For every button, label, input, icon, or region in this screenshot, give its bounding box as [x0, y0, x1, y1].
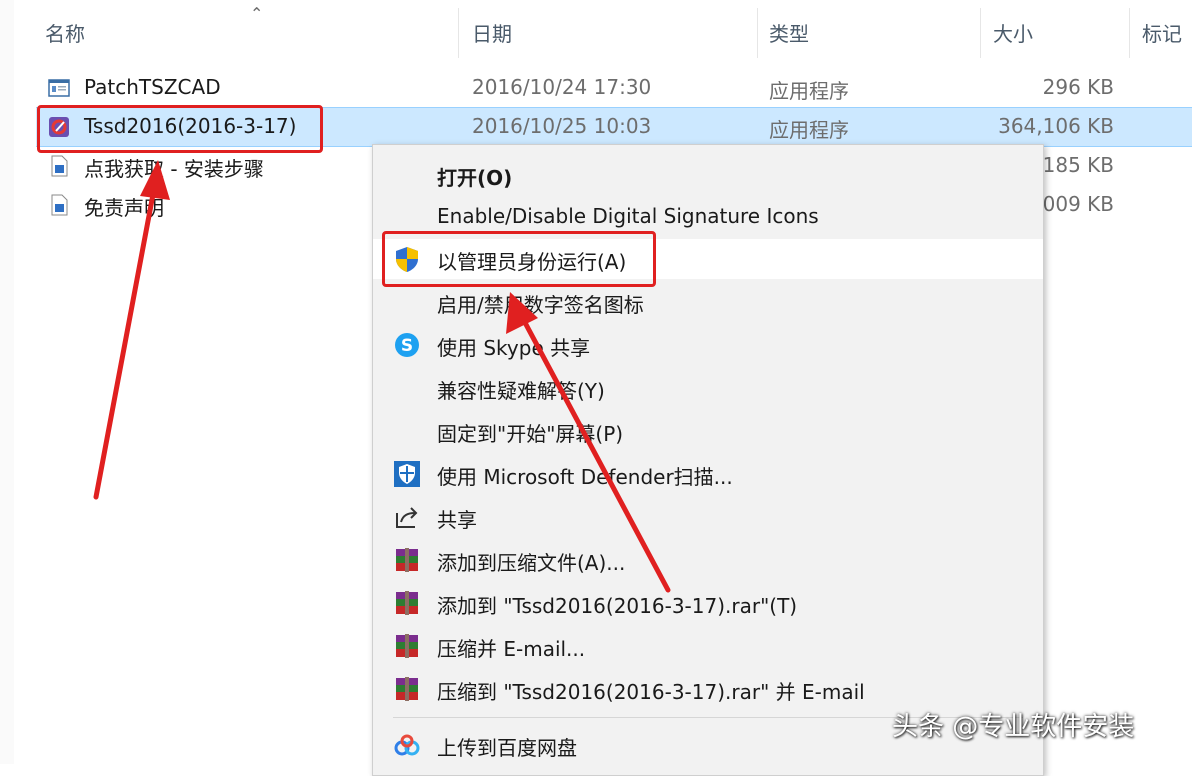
column-header-name[interactable]: 名称 — [45, 18, 85, 47]
skype-icon: S — [395, 333, 419, 357]
file-size: 185 KB — [1042, 153, 1114, 177]
sort-ascending-icon: ⌃ — [250, 4, 264, 23]
menu-item-label: Enable/Disable Digital Signature Icons — [437, 204, 819, 228]
menu-item-pin-to-start[interactable]: 固定到"开始"屏幕(P) — [373, 411, 1043, 451]
image-file-icon — [51, 155, 68, 177]
column-divider[interactable] — [757, 8, 758, 58]
watermark: 头条 @专业软件安装 — [892, 712, 1135, 742]
winrar-icon — [396, 591, 418, 615]
image-file-icon — [51, 194, 68, 216]
menu-item-label: 共享 — [437, 508, 477, 532]
defender-icon — [394, 461, 420, 487]
menu-item-share-skype[interactable]: S 使用 Skype 共享 — [373, 325, 1043, 365]
menu-item-share[interactable]: 共享 — [373, 497, 1043, 537]
file-name: 免责声明 — [84, 196, 164, 220]
winrar-icon — [396, 634, 418, 658]
file-name: PatchTSZCAD — [84, 75, 221, 99]
annotation-highlight-menu-item — [382, 231, 656, 287]
menu-item-compress-to-rar-and-email[interactable]: 压缩到 "Tssd2016(2016-3-17).rar" 并 E-mail — [373, 669, 1043, 709]
menu-item-label: 使用 Microsoft Defender扫描... — [437, 465, 733, 489]
file-type: 应用程序 — [769, 118, 849, 142]
file-row[interactable]: PatchTSZCAD 2016/10/24 17:30 应用程序 296 KB — [36, 69, 1192, 107]
svg-text:S: S — [401, 336, 413, 356]
column-header-tags[interactable]: 标记 — [1142, 18, 1182, 47]
menu-item-compress-and-email[interactable]: 压缩并 E-mail... — [373, 626, 1043, 666]
column-divider[interactable] — [458, 8, 459, 58]
file-name: 点我获取 - 安装步骤 — [84, 157, 264, 181]
baidu-netdisk-icon — [394, 734, 420, 756]
annotation-highlight-file — [37, 105, 323, 153]
navigation-pane-edge — [0, 0, 14, 764]
share-icon — [396, 507, 418, 528]
column-divider[interactable] — [1129, 8, 1130, 58]
menu-item-label: 上传到百度网盘 — [437, 736, 577, 760]
menu-item-compat-troubleshoot[interactable]: 兼容性疑难解答(Y) — [373, 368, 1043, 408]
menu-item-label: 兼容性疑难解答(Y) — [437, 379, 605, 403]
menu-item-label: 使用 Skype 共享 — [437, 336, 591, 360]
file-size: 009 KB — [1042, 192, 1114, 216]
menu-item-open[interactable]: 打开(O) — [373, 155, 1043, 195]
menu-item-add-to-archive[interactable]: 添加到压缩文件(A)... — [373, 540, 1043, 580]
column-header-size[interactable]: 大小 — [993, 18, 1033, 47]
column-header-row: ⌃ 名称 日期 类型 大小 标记 — [14, 0, 1192, 62]
menu-item-label: 添加到压缩文件(A)... — [437, 551, 626, 575]
menu-item-label: 启用/禁用数字签名图标 — [437, 293, 644, 317]
column-header-date[interactable]: 日期 — [472, 18, 512, 47]
file-type: 应用程序 — [769, 79, 849, 103]
file-date: 2016/10/24 17:30 — [472, 75, 652, 99]
menu-item-toggle-signature-icons[interactable]: 启用/禁用数字签名图标 — [373, 282, 1043, 322]
menu-item-add-to-rar[interactable]: 添加到 "Tssd2016(2016-3-17).rar"(T) — [373, 583, 1043, 623]
menu-item-label: 打开(O) — [437, 166, 513, 190]
file-size: 364,106 KB — [998, 114, 1114, 138]
column-divider[interactable] — [980, 8, 981, 58]
menu-item-label: 固定到"开始"屏幕(P) — [437, 422, 624, 446]
menu-item-defender-scan[interactable]: 使用 Microsoft Defender扫描... — [373, 454, 1043, 494]
winrar-icon — [396, 677, 418, 701]
exe-window-icon — [48, 79, 70, 97]
menu-item-label: 压缩并 E-mail... — [437, 637, 586, 661]
column-header-type[interactable]: 类型 — [769, 18, 809, 47]
file-date: 2016/10/25 10:03 — [472, 114, 652, 138]
menu-item-label: 压缩到 "Tssd2016(2016-3-17).rar" 并 E-mail — [437, 680, 865, 704]
file-size: 296 KB — [1042, 75, 1114, 99]
winrar-icon — [396, 548, 418, 572]
menu-item-label: 添加到 "Tssd2016(2016-3-17).rar"(T) — [437, 594, 798, 618]
